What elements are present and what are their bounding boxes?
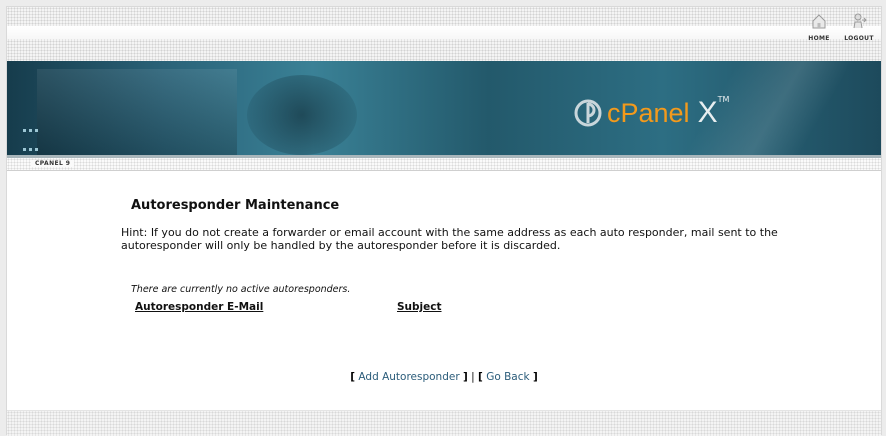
banner-photo: [37, 69, 237, 155]
banner-dots-decoration: [23, 121, 41, 155]
action-links: [ Add Autoresponder ] | [ Go Back ]: [7, 371, 881, 383]
top-bar-strip: [7, 26, 881, 39]
page-title: Autoresponder Maintenance: [131, 198, 340, 213]
cpanel-logo[interactable]: cPanel X TM: [573, 93, 729, 133]
home-icon: [812, 14, 826, 29]
top-bar: HOME LOGOUT: [7, 7, 881, 62]
breadcrumb: CPANEL 9: [7, 158, 881, 171]
go-back-link[interactable]: Go Back: [486, 371, 529, 383]
footer-bar: [7, 410, 881, 436]
link-separator: |: [471, 371, 475, 383]
home-button[interactable]: HOME: [801, 11, 837, 42]
logout-icon: [853, 13, 867, 29]
bracket-open: [: [350, 371, 356, 383]
logo-trademark: TM: [717, 95, 730, 104]
empty-state-message: There are currently no active autorespon…: [131, 284, 351, 295]
header-banner: cPanel X TM: [7, 61, 881, 158]
add-autoresponder-link[interactable]: Add Autoresponder: [358, 371, 459, 383]
bracket-close: ]: [532, 371, 538, 383]
logout-label: LOGOUT: [844, 35, 874, 42]
home-label: HOME: [808, 35, 830, 42]
bracket-open: [: [478, 371, 483, 383]
banner-photo: [247, 75, 357, 155]
cpanel-logo-icon: [574, 99, 602, 127]
breadcrumb-cpanel-link[interactable]: CPANEL 9: [31, 160, 75, 167]
hint-text: Hint: If you do not create a forwarder o…: [121, 226, 778, 252]
logo-version: X: [697, 96, 718, 129]
logo-wordmark: cPanel: [607, 97, 690, 128]
column-header-subject[interactable]: Subject: [397, 301, 442, 313]
window-frame: HOME LOGOUT cPanel X TM CPANEL 9 Autores…: [6, 6, 882, 436]
logout-button[interactable]: LOGOUT: [841, 11, 877, 42]
column-header-email[interactable]: Autoresponder E-Mail: [135, 301, 263, 313]
bracket-close: ]: [463, 371, 468, 383]
